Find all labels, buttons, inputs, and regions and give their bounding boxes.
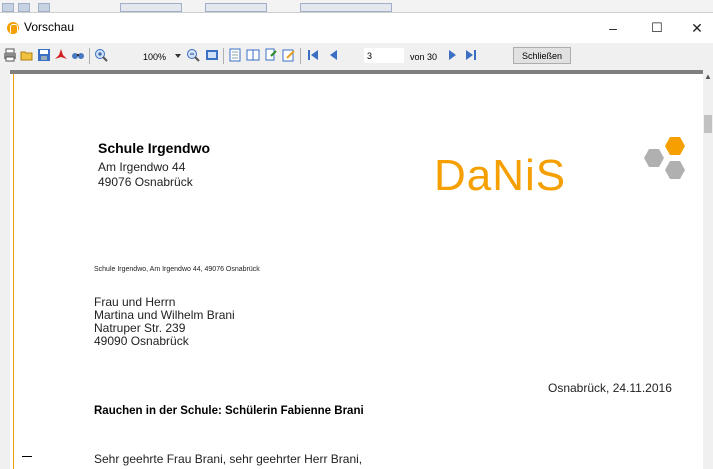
- toolbar: 100% 3 von 30 Schließen: [0, 43, 713, 69]
- school-name: Schule Irgendwo: [98, 140, 211, 156]
- toolbar-separator: [89, 48, 90, 64]
- logo-hex: [644, 149, 664, 167]
- zoom-out-icon[interactable]: [186, 48, 200, 62]
- single-page-icon[interactable]: [228, 48, 242, 62]
- preview-window: Vorschau – ☐ ✕ 100% 3 von 30 Schließen S…: [0, 12, 713, 469]
- fold-mark: [22, 456, 32, 457]
- page-count: von 30: [410, 52, 438, 62]
- logo-hex: [665, 161, 685, 179]
- page-edge: [13, 74, 14, 469]
- two-pages-icon[interactable]: [246, 48, 260, 62]
- save-icon[interactable]: [37, 48, 51, 62]
- print-icon[interactable]: [3, 48, 17, 62]
- window-title: Vorschau: [24, 20, 75, 34]
- zoom-in-icon[interactable]: [94, 48, 108, 62]
- scroll-up-icon[interactable]: ▲: [704, 72, 712, 81]
- next-page-icon[interactable]: [446, 48, 460, 62]
- school-city: 49076 Osnabrück: [98, 175, 193, 189]
- export-icon[interactable]: [264, 48, 278, 62]
- zoom-select[interactable]: 100%: [143, 52, 166, 62]
- letter-subject: Rauchen in der Schule: Schülerin Fabienn…: [94, 405, 364, 417]
- find-icon[interactable]: [71, 48, 85, 62]
- school-street: Am Irgendwo 44: [98, 160, 186, 174]
- minimize-button[interactable]: –: [593, 13, 633, 43]
- toolbar-separator: [223, 48, 224, 64]
- first-page-icon[interactable]: [306, 48, 320, 62]
- fit-page-icon[interactable]: [205, 48, 219, 62]
- app-icon: [7, 22, 19, 34]
- toolbar-separator: [300, 48, 301, 64]
- chevron-down-icon[interactable]: [175, 54, 181, 58]
- letter-salutation: Sehr geehrte Frau Brani, sehr geehrter H…: [94, 452, 363, 466]
- recipient-address: Frau und Herrn Martina und Wilhelm Brani…: [94, 296, 235, 348]
- vertical-scrollbar[interactable]: ▲: [703, 70, 713, 469]
- edit-icon[interactable]: [282, 48, 296, 62]
- pdf-icon[interactable]: [54, 48, 68, 62]
- maximize-button[interactable]: ☐: [637, 13, 677, 43]
- close-window-button[interactable]: ✕: [677, 13, 713, 43]
- background-window-strip: [0, 0, 713, 12]
- logo-hex: [665, 137, 685, 155]
- logo-text: DaNiS: [434, 151, 567, 200]
- title-bar: Vorschau – ☐ ✕: [0, 13, 713, 43]
- sender-line: Schule Irgendwo, Am Irgendwo 44, 49076 O…: [94, 266, 260, 273]
- last-page-icon[interactable]: [464, 48, 478, 62]
- document-viewer[interactable]: Schule Irgendwo Am Irgendwo 44 49076 Osn…: [10, 74, 703, 469]
- prev-page-icon[interactable]: [326, 48, 340, 62]
- open-icon[interactable]: [20, 48, 34, 62]
- scroll-thumb[interactable]: [704, 115, 712, 133]
- page-number-input[interactable]: 3: [364, 48, 404, 63]
- close-preview-button[interactable]: Schließen: [513, 47, 571, 64]
- letter-date: Osnabrück, 24.11.2016: [548, 381, 672, 395]
- recipient-line: 49090 Osnabrück: [94, 334, 189, 348]
